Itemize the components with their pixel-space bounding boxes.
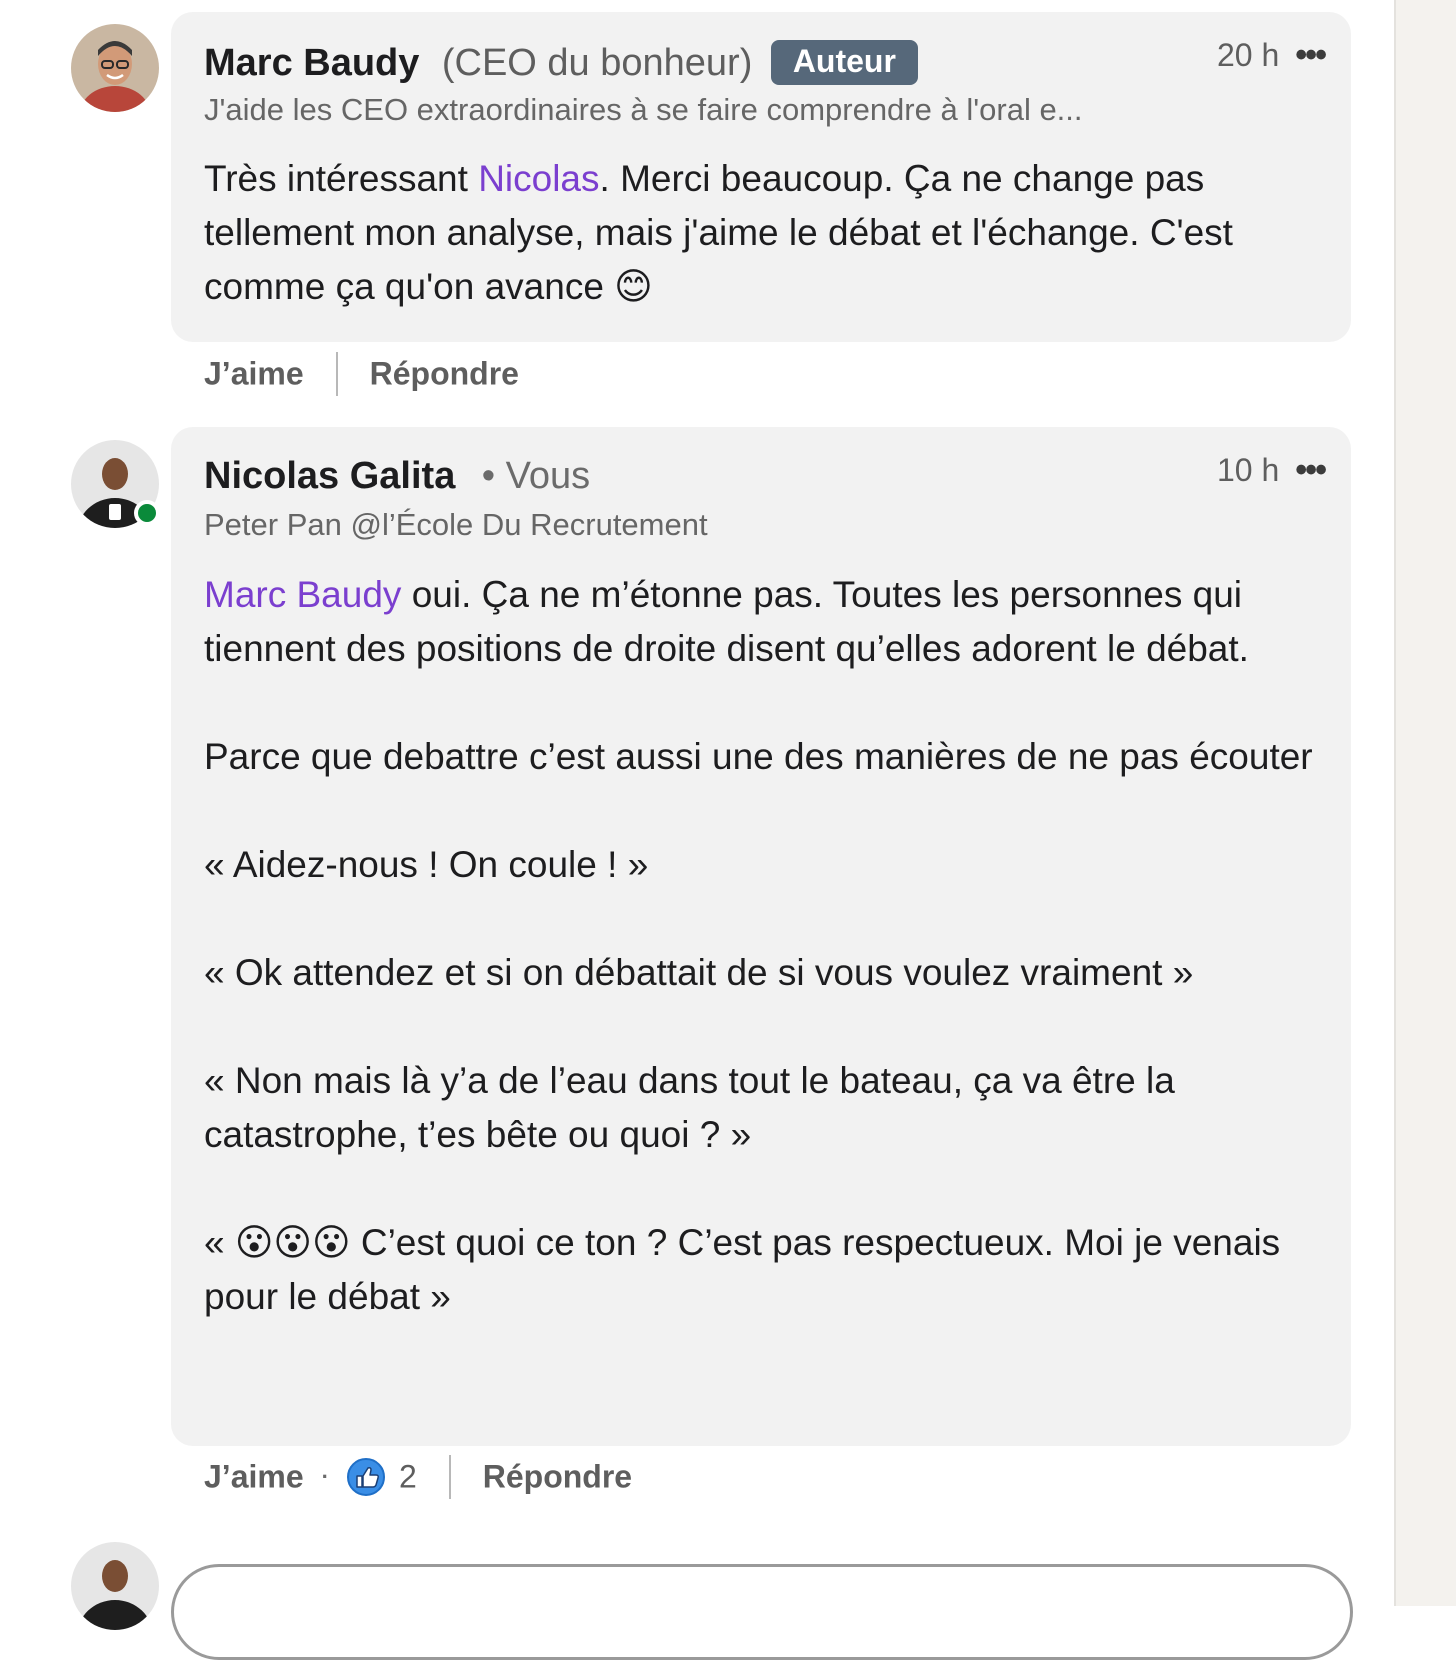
like-count: 2 <box>398 1458 417 1495</box>
reply-input[interactable] <box>171 1564 1353 1660</box>
avatar-current-user <box>71 1542 159 1630</box>
like-button[interactable]: J’aime <box>204 1459 304 1495</box>
action-divider <box>448 1455 451 1499</box>
more-options-icon[interactable]: ••• <box>1295 36 1327 74</box>
comment-actions: J’aime · 2 Répondre <box>204 1455 632 1499</box>
author-badge: Auteur <box>770 40 918 85</box>
comment-time: 20 h <box>1217 37 1280 73</box>
author-name[interactable]: Nicolas Galita <box>204 455 455 497</box>
body-text-after: oui. Ça ne m’étonne pas. Toutes les pers… <box>204 574 1313 1317</box>
comment-body: Marc Baudy oui. Ça ne m’étonne pas. Tout… <box>204 568 1324 1324</box>
comment-actions: J’aime Répondre <box>204 352 519 396</box>
action-divider <box>335 352 338 396</box>
reply-button[interactable]: Répondre <box>370 356 519 392</box>
you-label: • Vous <box>481 455 591 497</box>
comment-author-row: Nicolas Galita • Vous <box>204 455 590 498</box>
author-headline: Peter Pan @l’École Du Recrutement <box>204 507 708 542</box>
dot-separator: · <box>321 1464 329 1489</box>
like-button[interactable]: J’aime <box>204 356 304 392</box>
author-name[interactable]: Marc Baudy <box>204 42 419 84</box>
like-reaction-icon[interactable] <box>346 1458 385 1496</box>
comment-meta: 10 h ••• <box>1217 451 1327 490</box>
comment-body: Très intéressant Nicolas. Merci beaucoup… <box>204 152 1324 314</box>
author-headline: J'aide les CEO extraordinaires à se fair… <box>204 92 1083 127</box>
mention-link[interactable]: Nicolas <box>478 158 599 199</box>
comment-bubble-marc: Marc Baudy (CEO du bonheur) Auteur 20 h •… <box>171 12 1351 342</box>
comment-author-row: Marc Baudy (CEO du bonheur) Auteur <box>204 40 918 85</box>
comment-bubble-nicolas: Nicolas Galita • Vous 10 h ••• Peter Pan … <box>171 427 1351 1446</box>
avatar-marc-baudy[interactable] <box>71 24 159 112</box>
comment-time: 10 h <box>1217 452 1280 488</box>
author-note: (CEO du bonheur) <box>441 42 753 84</box>
reply-button[interactable]: Répondre <box>483 1459 632 1495</box>
more-options-icon[interactable]: ••• <box>1295 451 1327 489</box>
right-rail <box>1394 0 1456 1606</box>
body-text-before: Très intéressant <box>204 158 479 199</box>
online-status-icon <box>134 500 160 526</box>
comment-meta: 20 h ••• <box>1217 36 1327 75</box>
mention-link[interactable]: Marc Baudy <box>204 574 401 615</box>
